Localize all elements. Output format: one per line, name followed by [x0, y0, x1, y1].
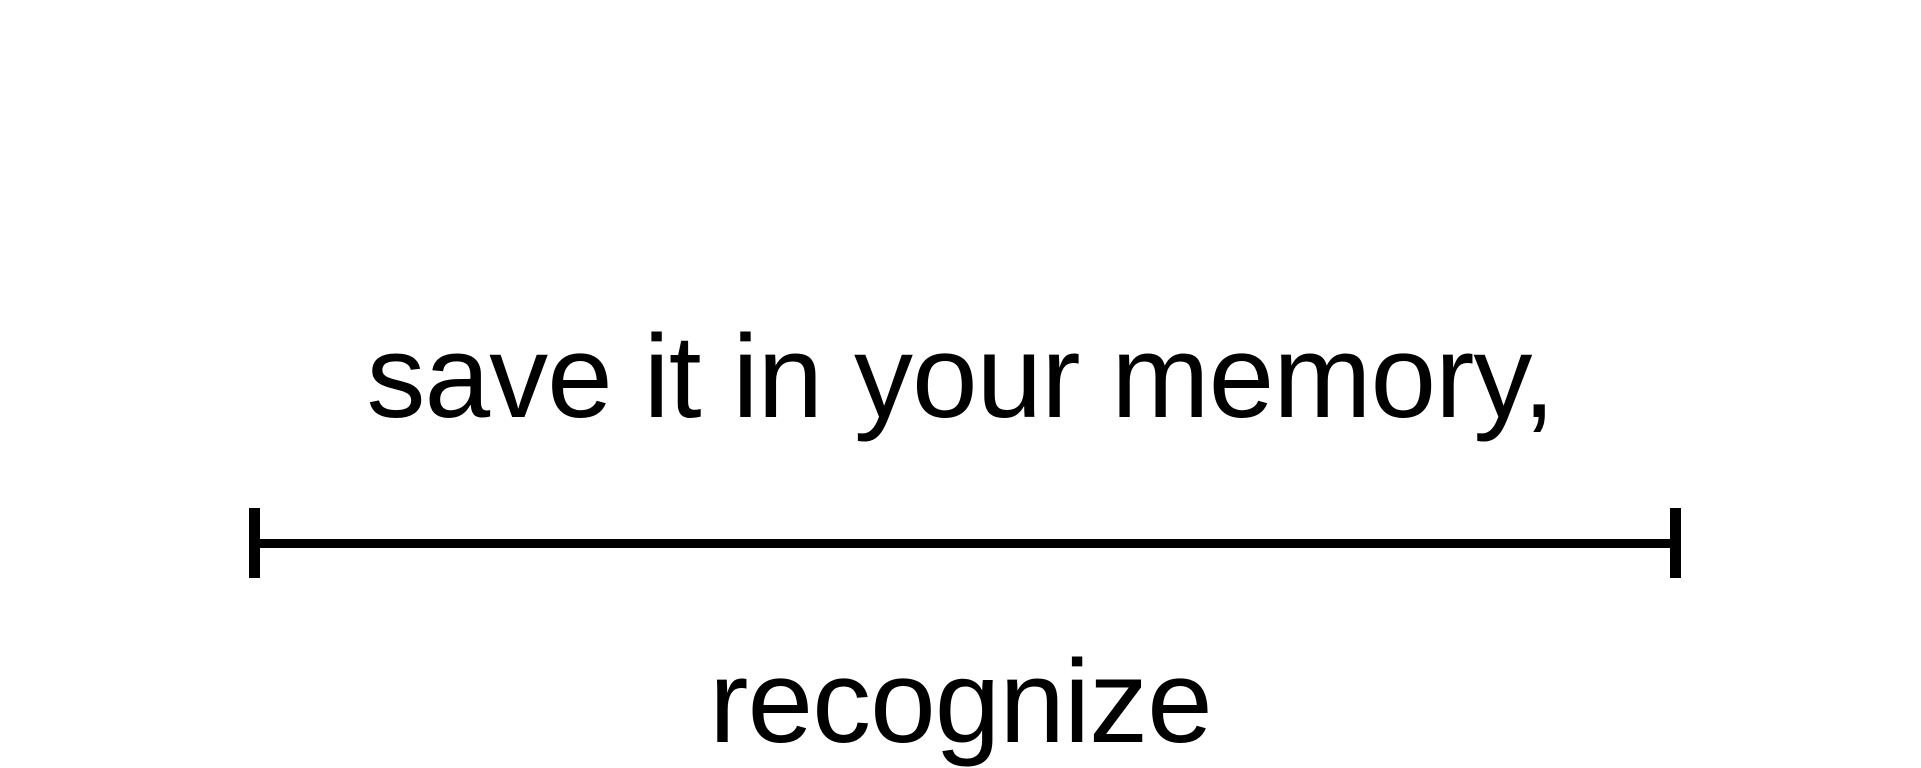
phrase-text: save it in your memory,	[366, 311, 1556, 443]
bracket-right-cap	[1670, 508, 1681, 578]
label-text: recognize	[709, 636, 1213, 768]
span-bracket	[245, 508, 1685, 578]
bracket-line	[249, 539, 1681, 548]
